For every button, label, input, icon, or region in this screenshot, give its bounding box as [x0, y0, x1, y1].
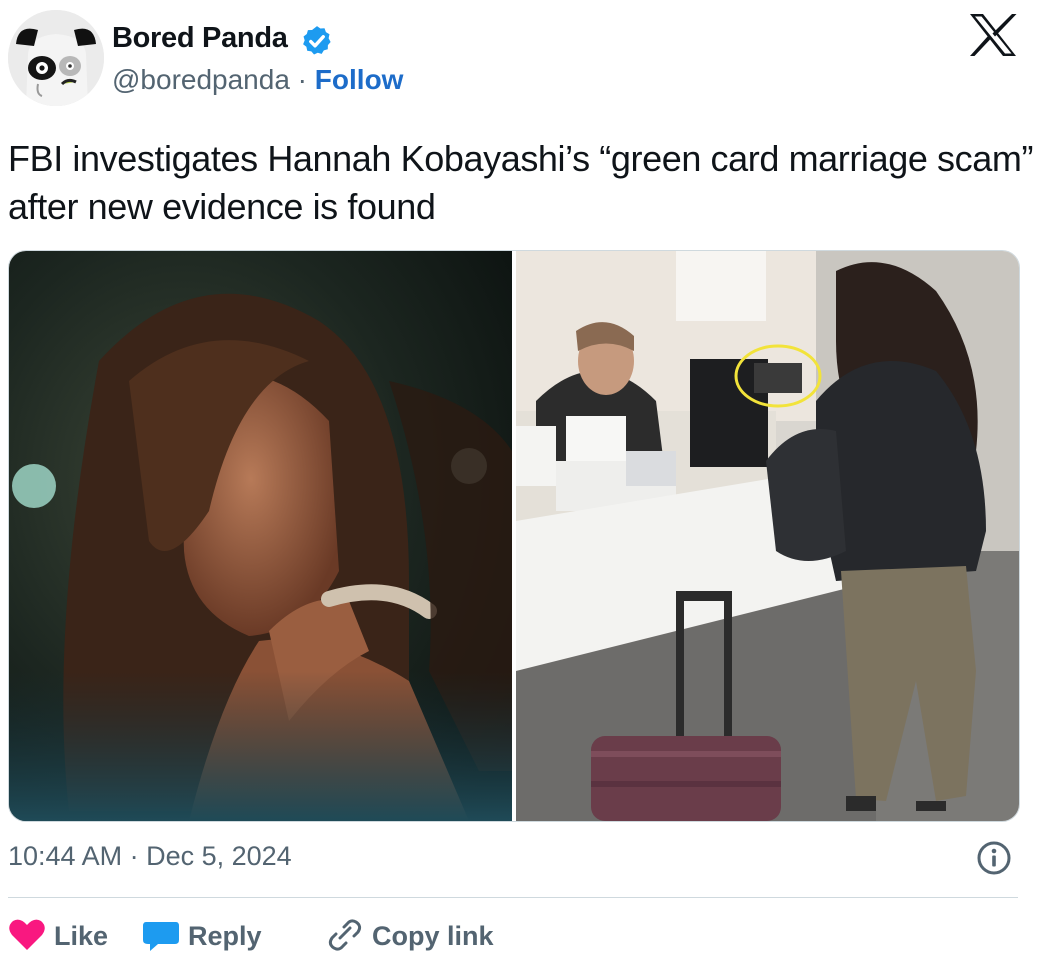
media-grid[interactable] [8, 250, 1020, 822]
author-handle[interactable]: @boredpanda [112, 64, 290, 95]
link-icon [328, 919, 362, 951]
reply-bubble-icon [143, 922, 179, 951]
avatar[interactable] [8, 10, 104, 106]
like-label: Like [54, 921, 109, 951]
copy-link-button[interactable]: Copy link [326, 918, 546, 958]
woman-portrait-photo[interactable] [9, 251, 512, 821]
author-name[interactable]: Bored Panda [112, 20, 288, 56]
handle-row: @boredpanda · Follow [112, 62, 403, 98]
handle-separator: · [289, 64, 315, 95]
panda-avatar-image [8, 10, 104, 106]
tweet-header: Bored Panda @boredpanda · Follow [0, 0, 1044, 110]
tweet-text: FBI investigates Hannah Kobayashi’s “gre… [8, 138, 1034, 227]
airport-counter-photo[interactable] [516, 251, 1019, 821]
tweet-timestamp[interactable]: 10:44 AM · Dec 5, 2024 [8, 838, 292, 874]
divider [8, 897, 1018, 898]
reply-label: Reply [188, 921, 262, 951]
x-logo-icon[interactable] [968, 12, 1018, 58]
heart-icon [9, 919, 45, 950]
verified-badge-icon [303, 26, 331, 55]
reply-button[interactable]: Reply [142, 918, 312, 958]
follow-button[interactable]: Follow [315, 64, 404, 95]
copy-link-label: Copy link [372, 921, 494, 951]
info-icon[interactable] [976, 840, 1012, 876]
action-bar: Like Reply Copy link [8, 918, 1018, 958]
